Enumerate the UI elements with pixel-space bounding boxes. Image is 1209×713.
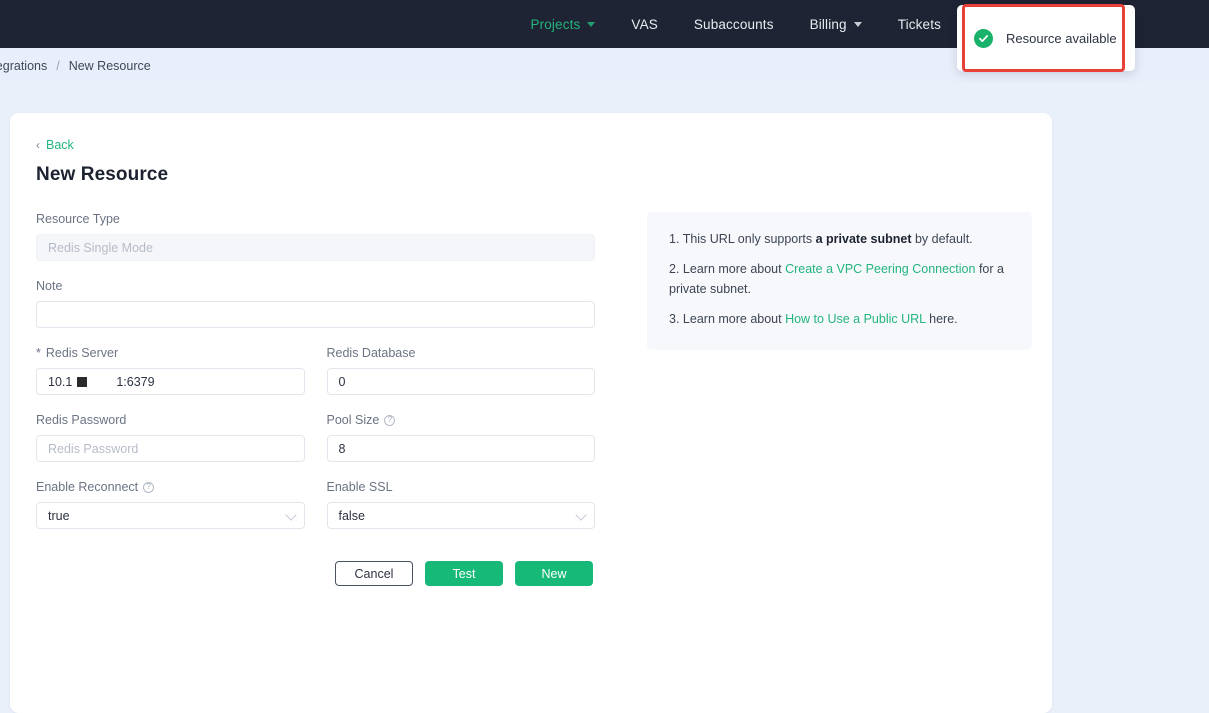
note-label-text: Note (36, 279, 62, 293)
nav-item-billing[interactable]: Billing (810, 17, 862, 32)
nav-item-projects[interactable]: Projects (530, 17, 595, 32)
info-item-2-text-before: Learn more about (683, 262, 785, 276)
nav-item-subaccounts[interactable]: Subaccounts (694, 17, 774, 32)
pool-size-input[interactable] (327, 435, 596, 462)
form-column: Resource Type Note * Red (36, 212, 595, 586)
info-item-1-number: 1. (669, 232, 679, 246)
nav-item-vas[interactable]: VAS (631, 17, 657, 32)
toast-notification: Resource available (957, 5, 1135, 71)
toast-message: Resource available (1006, 31, 1117, 46)
resource-type-input[interactable] (36, 234, 595, 261)
redis-password-input[interactable] (36, 435, 305, 462)
field-resource-type: Resource Type (36, 212, 595, 261)
question-mark-icon[interactable]: ? (384, 415, 395, 426)
enable-reconnect-label: Enable Reconnect ? (36, 480, 305, 494)
field-redis-database: Redis Database (327, 346, 596, 395)
redis-database-label-text: Redis Database (327, 346, 416, 360)
row-password-poolsize: Redis Password Pool Size ? (36, 413, 595, 462)
enable-reconnect-value: true (48, 509, 70, 523)
enable-ssl-select-wrap: false (327, 502, 596, 529)
check-circle-icon (974, 29, 993, 48)
nav-item-subaccounts-label: Subaccounts (694, 17, 774, 32)
resource-type-label: Resource Type (36, 212, 595, 226)
info-item-3-number: 3. (669, 312, 679, 326)
row-server-database: * Redis Server 10.1 1:6379 Redis Databa (36, 346, 595, 395)
field-enable-ssl: Enable SSL false (327, 480, 596, 529)
info-item-1-text-before: This URL only supports (683, 232, 816, 246)
pool-size-label-text: Pool Size (327, 413, 380, 427)
enable-ssl-label: Enable SSL (327, 480, 596, 494)
field-redis-server: * Redis Server 10.1 1:6379 (36, 346, 305, 395)
breadcrumb-current: New Resource (69, 59, 151, 73)
info-item-1-bold: a private subnet (816, 232, 912, 246)
enable-reconnect-label-text: Enable Reconnect (36, 480, 138, 494)
field-note: Note (36, 279, 595, 328)
redis-server-value-prefix: 10.1 (48, 375, 72, 389)
chevron-left-icon: ‹ (36, 139, 40, 151)
redis-database-input[interactable] (327, 368, 596, 395)
chevron-down-icon (587, 22, 595, 27)
form-actions: Cancel Test New (335, 561, 595, 586)
redis-server-value-suffix: 1:6379 (116, 375, 154, 389)
breadcrumb-separator: / (56, 59, 59, 73)
resource-type-label-text: Resource Type (36, 212, 120, 226)
page-title: New Resource (36, 164, 1026, 186)
field-redis-password: Redis Password (36, 413, 305, 462)
nav-items: Projects VAS Subaccounts Billing Tickets (530, 17, 941, 32)
required-asterisk: * (36, 346, 41, 360)
nav-item-tickets[interactable]: Tickets (898, 17, 941, 32)
question-mark-icon[interactable]: ? (143, 482, 154, 493)
info-panel: 1. This URL only supports a private subn… (647, 212, 1032, 350)
redis-password-label: Redis Password (36, 413, 305, 427)
pool-size-label: Pool Size ? (327, 413, 596, 427)
back-button-label: Back (46, 138, 74, 152)
field-pool-size: Pool Size ? (327, 413, 596, 462)
info-item-1: 1. This URL only supports a private subn… (669, 230, 1010, 249)
back-button[interactable]: ‹ Back (36, 138, 74, 152)
info-item-3: 3. Learn more about How to Use a Public … (669, 310, 1010, 329)
info-item-3-text-after: here. (926, 312, 958, 326)
info-item-2: 2. Learn more about Create a VPC Peering… (669, 260, 1010, 299)
cancel-button[interactable]: Cancel (335, 561, 413, 586)
nav-item-tickets-label: Tickets (898, 17, 941, 32)
enable-reconnect-select[interactable]: true (36, 502, 305, 529)
chevron-down-icon (854, 22, 862, 27)
row-reconnect-ssl: Enable Reconnect ? true Enable SSL (36, 480, 595, 529)
test-button[interactable]: Test (425, 561, 503, 586)
redis-database-label: Redis Database (327, 346, 596, 360)
redis-server-label-text: Redis Server (46, 346, 118, 360)
new-resource-card: ‹ Back New Resource Resource Type Note (10, 113, 1052, 713)
nav-item-projects-label: Projects (530, 17, 580, 32)
public-url-link[interactable]: How to Use a Public URL (785, 312, 926, 326)
form-area: Resource Type Note * Red (36, 212, 1026, 586)
nav-item-billing-label: Billing (810, 17, 847, 32)
field-enable-reconnect: Enable Reconnect ? true (36, 480, 305, 529)
enable-ssl-label-text: Enable SSL (327, 480, 393, 494)
redis-password-label-text: Redis Password (36, 413, 126, 427)
note-input[interactable] (36, 301, 595, 328)
enable-ssl-value: false (339, 509, 365, 523)
redis-server-input[interactable]: 10.1 1:6379 (36, 368, 305, 395)
info-item-3-text-before: Learn more about (683, 312, 785, 326)
info-item-1-text-after: by default. (912, 232, 973, 246)
new-button[interactable]: New (515, 561, 593, 586)
breadcrumb-parent[interactable]: ta Integrations (0, 59, 47, 73)
note-label: Note (36, 279, 595, 293)
redis-server-label: * Redis Server (36, 346, 305, 360)
info-item-2-number: 2. (669, 262, 679, 276)
vpc-peering-connection-link[interactable]: Create a VPC Peering Connection (785, 262, 975, 276)
breadcrumb: ta Integrations / New Resource (0, 59, 151, 73)
nav-item-vas-label: VAS (631, 17, 657, 32)
enable-ssl-select[interactable]: false (327, 502, 596, 529)
enable-reconnect-select-wrap: true (36, 502, 305, 529)
redacted-block (77, 377, 87, 387)
page-body: ‹ Back New Resource Resource Type Note (0, 83, 1209, 678)
